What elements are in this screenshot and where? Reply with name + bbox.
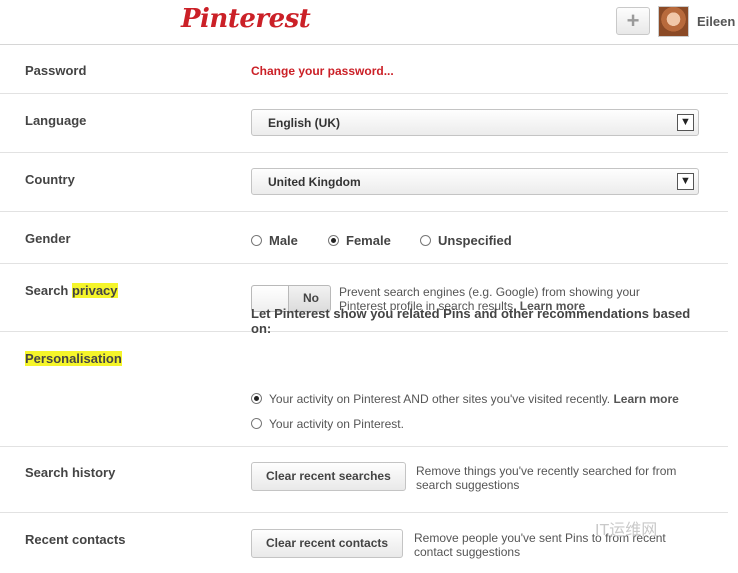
change-password-link[interactable]: Change your password... <box>251 64 394 78</box>
country-row: Country United Kingdom ▼ <box>0 153 728 212</box>
password-row: Password Change your password... <box>0 45 728 94</box>
top-bar: Pinterest + Eileen <box>0 0 738 45</box>
gender-option-male[interactable]: Male <box>251 233 298 248</box>
chevron-down-icon[interactable]: ▼ <box>677 173 694 190</box>
search-privacy-label-highlight: privacy <box>71 283 118 298</box>
pinterest-logo[interactable]: Pinterest <box>181 4 311 34</box>
country-label: Country <box>25 172 75 187</box>
radio-button-selected[interactable] <box>328 235 339 246</box>
gender-row: Gender Male Female Unspecified <box>0 212 728 264</box>
language-value: English (UK) <box>268 116 340 130</box>
personalisation-label-highlight: Personalisation <box>25 351 122 366</box>
search-history-description: Remove things you've recently searched f… <box>416 464 677 492</box>
search-privacy-label: Search privacy <box>25 283 118 298</box>
avatar[interactable] <box>658 6 689 37</box>
gender-label: Gender <box>25 231 71 246</box>
clear-recent-searches-button[interactable]: Clear recent searches <box>251 462 406 491</box>
radio-button[interactable] <box>251 418 262 429</box>
country-select[interactable]: United Kingdom ▼ <box>251 168 699 195</box>
language-row: Language English (UK) ▼ <box>0 94 728 153</box>
personalisation-option-all[interactable]: Your activity on Pinterest AND other sit… <box>251 392 679 406</box>
gender-male-label: Male <box>269 233 298 248</box>
add-pin-button[interactable]: + <box>616 7 650 35</box>
country-value: United Kingdom <box>268 175 361 189</box>
personalisation-option2-text: Your activity on Pinterest. <box>269 417 404 431</box>
learn-more-link[interactable]: Learn more <box>613 392 678 406</box>
search-history-label: Search history <box>25 465 116 480</box>
password-label: Password <box>25 63 87 78</box>
gender-unspecified-label: Unspecified <box>438 233 512 248</box>
personalisation-title: Let Pinterest show you related Pins and … <box>251 306 691 336</box>
user-name[interactable]: Eileen <box>697 14 735 29</box>
toggle-state: No <box>303 291 319 305</box>
personalisation-label: Personalisation <box>25 351 122 366</box>
radio-button[interactable] <box>420 235 431 246</box>
chevron-down-icon[interactable]: ▼ <box>677 114 694 131</box>
gender-option-female[interactable]: Female <box>328 233 391 248</box>
clear-recent-contacts-button[interactable]: Clear recent contacts <box>251 529 404 558</box>
gender-option-unspecified[interactable]: Unspecified <box>420 233 512 248</box>
recent-contacts-label: Recent contacts <box>25 532 126 547</box>
search-history-row: Search history Clear recent searches Rem… <box>0 447 728 513</box>
watermark: IT运维网 <box>595 522 658 539</box>
personalisation-option1-text: Your activity on Pinterest AND other sit… <box>269 392 611 406</box>
radio-button-selected[interactable] <box>251 393 262 404</box>
radio-button[interactable] <box>251 235 262 246</box>
search-privacy-label-prefix: Search <box>25 283 72 298</box>
personalisation-option-pinterest[interactable]: Your activity on Pinterest. <box>251 417 404 431</box>
language-label: Language <box>25 113 87 128</box>
language-select[interactable]: English (UK) ▼ <box>251 109 699 136</box>
gender-female-label: Female <box>346 233 391 248</box>
